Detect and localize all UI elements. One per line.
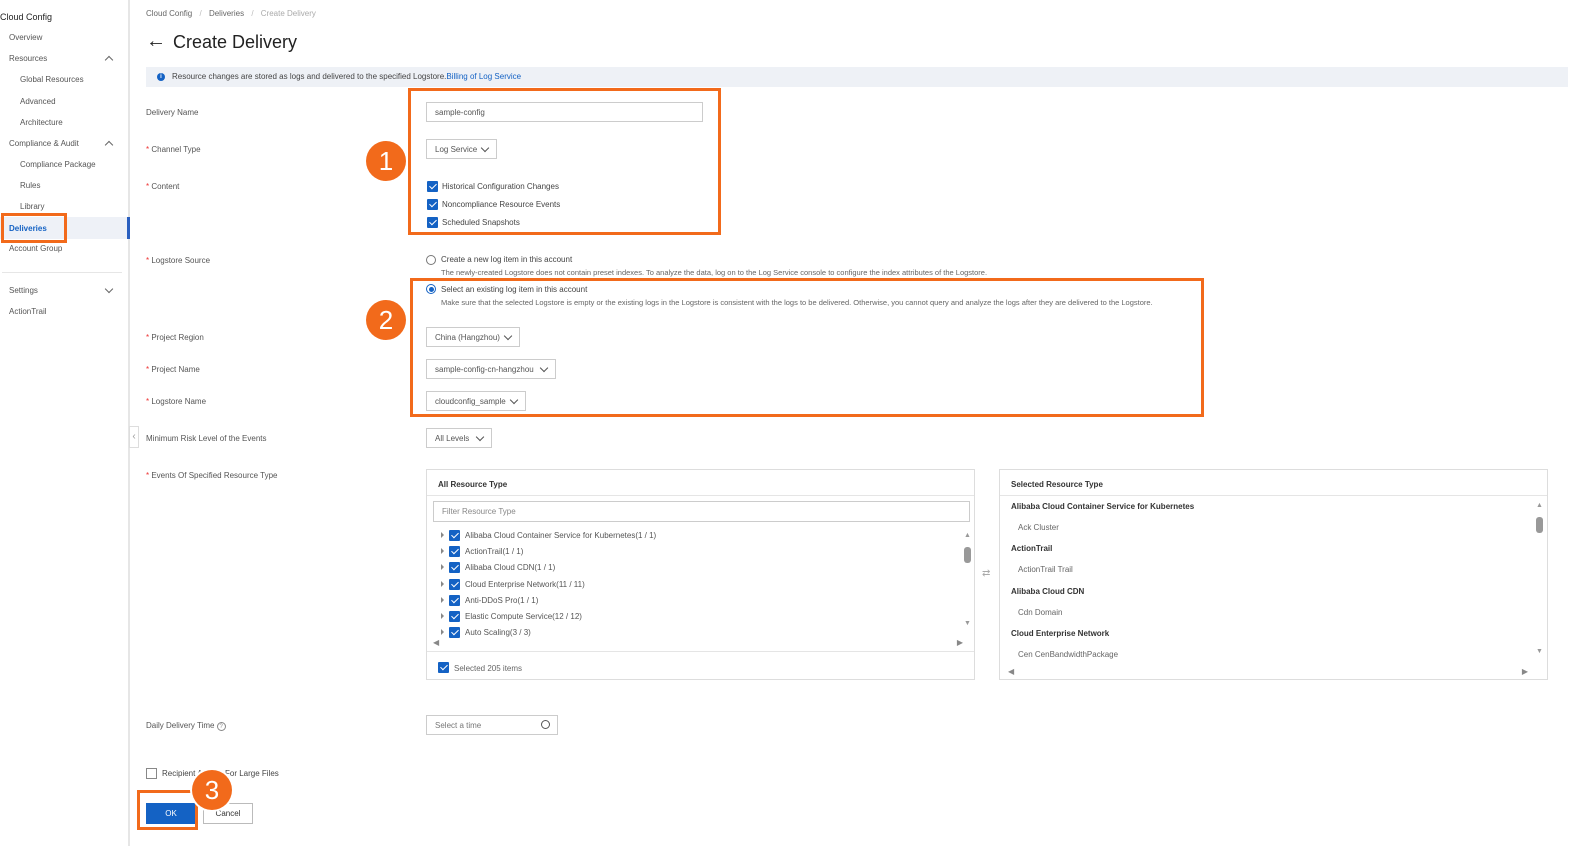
highlight-box-ok <box>137 790 198 830</box>
vertical-scrollbar[interactable]: ▲ ▼ <box>1535 500 1545 660</box>
sidebar-title: Cloud Config <box>0 12 53 22</box>
resource-type-checkbox[interactable] <box>449 611 460 622</box>
sidebar-item-architecture[interactable]: Architecture <box>20 118 63 127</box>
horizontal-scrollbar[interactable]: ◀ ▶ <box>433 638 963 648</box>
events-label: * Events Of Specified Resource Type <box>146 471 278 480</box>
recipient-checkbox[interactable] <box>146 768 157 779</box>
resource-type-item: Auto Scaling(3 / 3) <box>465 628 531 638</box>
daily-time-label: Daily Delivery Time ? <box>146 721 226 731</box>
resource-type-checkbox[interactable] <box>449 627 460 639</box>
sidebar-item-advanced[interactable]: Advanced <box>20 97 56 106</box>
sidebar-item-compliance-package[interactable]: Compliance Package <box>20 160 96 169</box>
chevron-down-icon[interactable] <box>104 284 114 294</box>
resource-type-item: Elastic Compute Service(12 / 12) <box>465 612 582 621</box>
selected-group-name: Cloud Enterprise Network <box>1011 628 1110 638</box>
all-resource-type-title: All Resource Type <box>438 480 508 489</box>
selected-group-item[interactable]: Cen CenBandwidthPackage <box>1018 650 1118 659</box>
vertical-scrollbar[interactable]: ▲ ▼ <box>963 530 973 630</box>
sidebar-item-overview[interactable]: Overview <box>9 33 42 42</box>
selected-count: Selected 205 items <box>454 664 523 673</box>
daily-time-input[interactable]: Select a time <box>426 715 558 735</box>
billing-link[interactable]: Billing of Log Service <box>446 72 521 81</box>
filter-resource-type-input[interactable]: Filter Resource Type <box>433 501 970 522</box>
logstore-name-label: * Logstore Name <box>146 397 207 406</box>
selected-resource-type-panel: Selected Resource Type Alibaba Cloud Con… <box>999 469 1548 680</box>
expand-arrow-icon[interactable] <box>441 580 444 587</box>
highlight-box-2 <box>410 278 1204 417</box>
sidebar-item-actiontrail[interactable]: ActionTrail <box>9 307 47 316</box>
breadcrumb-deliveries[interactable]: Deliveries <box>209 9 244 18</box>
resource-type-item: Anti-DDoS Pro(1 / 1) <box>465 595 539 605</box>
delivery-name-label: Delivery Name <box>146 108 199 117</box>
select-all-checkbox[interactable] <box>438 662 449 673</box>
horizontal-scrollbar[interactable]: ◀ ▶ <box>1008 667 1528 677</box>
breadcrumb: Cloud Config / Deliveries / Create Deliv… <box>146 9 316 18</box>
collapse-sidebar-icon[interactable]: ‹ <box>129 426 139 448</box>
resource-type-checkbox[interactable] <box>449 562 460 574</box>
resource-type-item: Cloud Enterprise Network(11 / 11) <box>465 579 585 589</box>
resource-type-item: Alibaba Cloud CDN(1 / 1) <box>465 563 556 573</box>
new-log-hint: The newly-created Logstore does not cont… <box>441 268 988 277</box>
back-arrow-icon[interactable]: ← <box>146 30 166 53</box>
sidebar-item-account-group[interactable]: Account Group <box>9 244 62 253</box>
sidebar-item-global-resources[interactable]: Global Resources <box>20 75 84 84</box>
all-resource-type-panel: All Resource Type Filter Resource Type A… <box>426 469 975 680</box>
transfer-icon: ⇄ <box>982 568 991 579</box>
expand-arrow-icon[interactable] <box>441 596 444 603</box>
breadcrumb-cloud-config[interactable]: Cloud Config <box>146 9 192 18</box>
expand-arrow-icon[interactable] <box>441 532 444 538</box>
selected-group-item[interactable]: Cdn Domain <box>1018 608 1062 617</box>
breadcrumb-current: Create Delivery <box>260 9 316 18</box>
sidebar-item-settings[interactable]: Settings <box>9 286 38 295</box>
selected-group-name: ActionTrail <box>1011 544 1053 554</box>
recipient-label-end: For Large Files <box>225 769 279 778</box>
page-title: Create Delivery <box>173 32 298 52</box>
sidebar-item-compliance-audit[interactable]: Compliance & Audit <box>9 139 79 148</box>
info-banner: i Resource changes are stored as logs an… <box>146 67 1568 87</box>
risk-level-label: Minimum Risk Level of the Events <box>146 434 267 443</box>
info-icon: i <box>157 73 165 81</box>
highlight-box-deliveries <box>1 213 67 243</box>
resource-type-item: Alibaba Cloud Container Service for Kube… <box>465 531 657 540</box>
selected-group-name: Alibaba Cloud Container Service for Kube… <box>1011 502 1195 511</box>
info-text: Resource changes are stored as logs and … <box>172 72 447 81</box>
content-label: * Content <box>146 182 180 191</box>
logstore-source-label: * Logstore Source <box>146 256 211 265</box>
channel-type-label: * Channel Type <box>146 145 201 154</box>
expand-arrow-icon[interactable] <box>441 564 444 571</box>
selected-group-name: Alibaba Cloud CDN <box>1011 586 1085 596</box>
expand-arrow-icon[interactable] <box>441 548 444 555</box>
sidebar-divider <box>2 272 122 273</box>
sidebar-item-rules[interactable]: Rules <box>20 181 40 190</box>
resource-type-item: ActionTrail(1 / 1) <box>465 547 524 557</box>
selected-resource-type-title: Selected Resource Type <box>1011 480 1103 489</box>
chevron-up-icon[interactable] <box>104 140 114 150</box>
step-badge-1: 1 <box>366 141 406 181</box>
help-icon[interactable]: ? <box>216 722 226 731</box>
risk-level-select[interactable]: All Levels <box>426 428 492 448</box>
radio-new-log[interactable] <box>426 255 436 265</box>
sidebar-item-library[interactable]: Library <box>20 202 44 211</box>
option-new-log: Create a new log item in this account <box>441 255 573 264</box>
resource-type-checkbox[interactable] <box>449 546 460 558</box>
resource-type-checkbox[interactable] <box>449 530 460 541</box>
resource-type-checkbox[interactable] <box>449 578 460 590</box>
resource-type-checkbox[interactable] <box>449 594 460 606</box>
expand-arrow-icon[interactable] <box>441 613 444 619</box>
project-region-label: * Project Region <box>146 333 204 342</box>
step-badge-2: 2 <box>366 300 406 340</box>
chevron-up-icon[interactable] <box>104 55 114 65</box>
sidebar: Cloud Config Overview Resources Global R… <box>0 0 130 846</box>
selected-group-item[interactable]: ActionTrail Trail <box>1018 565 1073 574</box>
selected-group-item[interactable]: Ack Cluster <box>1018 523 1059 532</box>
highlight-box-1 <box>408 88 721 235</box>
expand-arrow-icon[interactable] <box>441 629 444 636</box>
step-badge-3: 3 <box>192 770 232 810</box>
sidebar-item-resources[interactable]: Resources <box>9 54 47 63</box>
clock-icon <box>541 720 550 729</box>
project-name-label: * Project Name <box>146 365 200 374</box>
